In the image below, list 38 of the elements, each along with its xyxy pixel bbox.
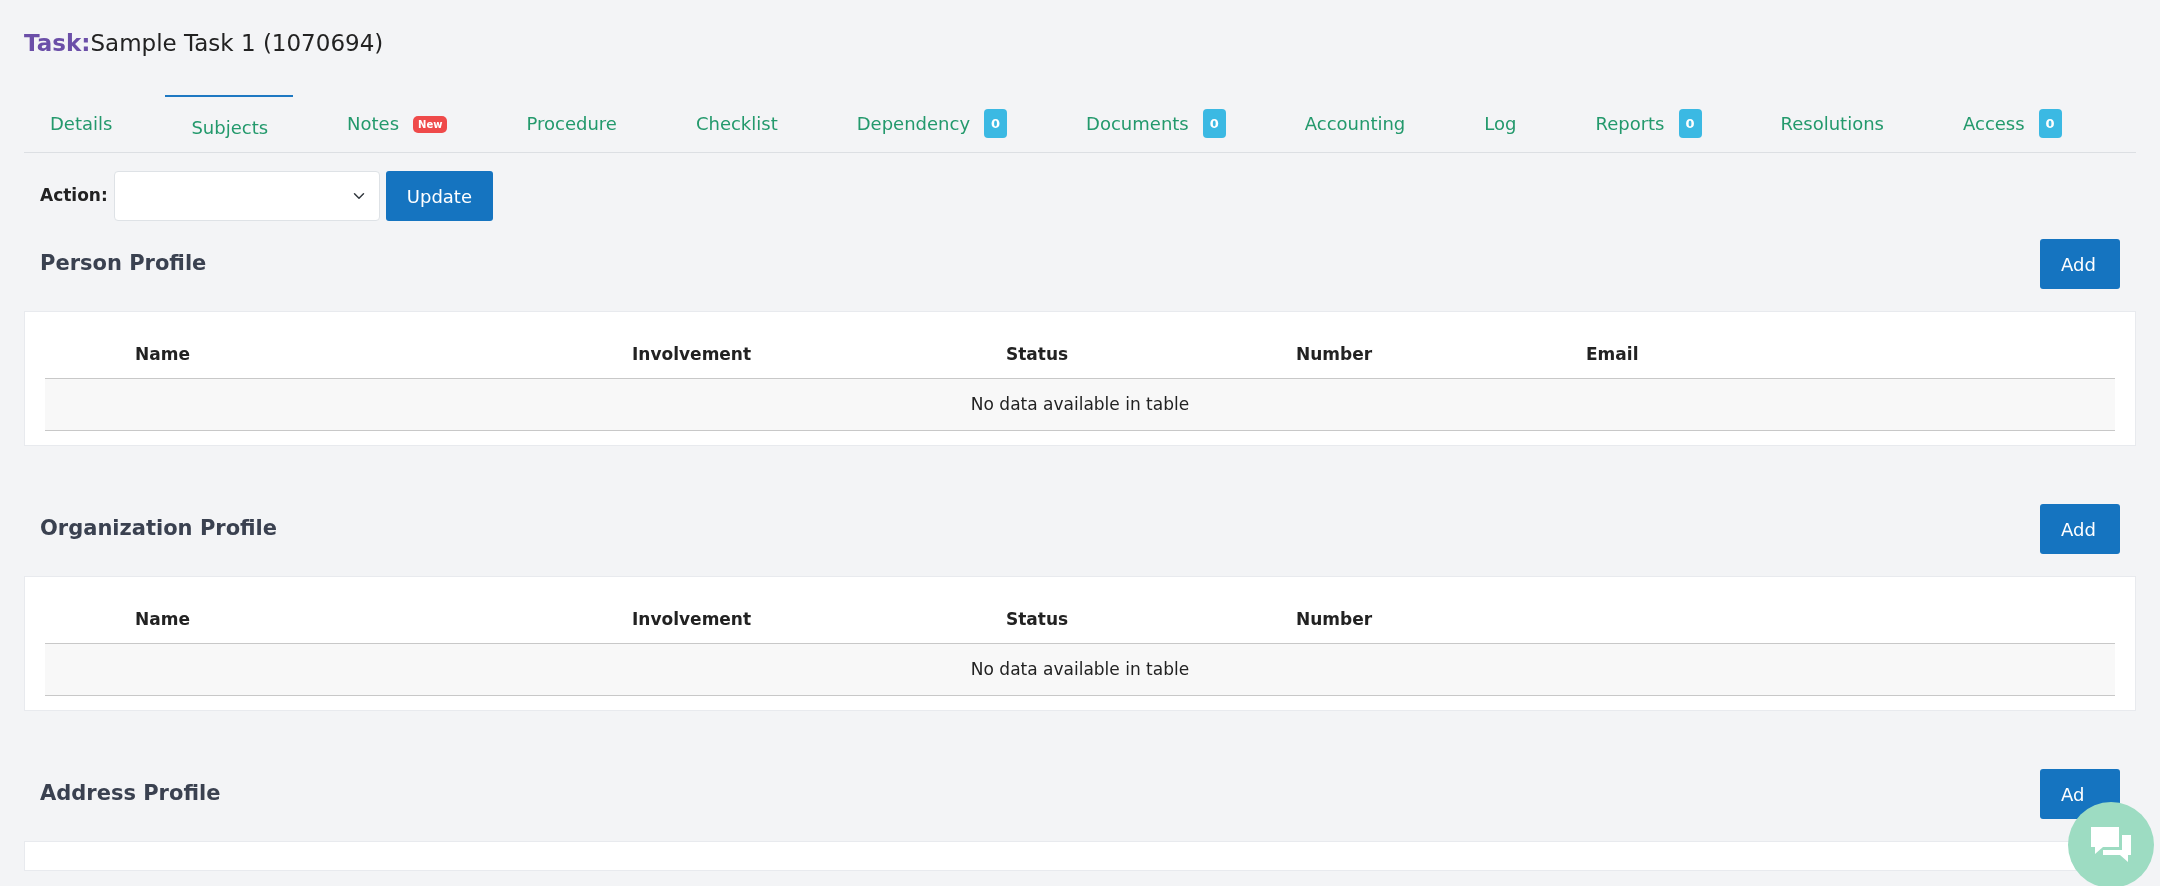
column-header: Name: [135, 332, 632, 378]
tab[interactable]: Subjects: [165, 94, 294, 152]
empty-table-message: No data available in table: [45, 378, 2115, 431]
task-title: Sample Task 1 (1070694): [90, 29, 384, 58]
add-button[interactable]: Add: [2040, 504, 2120, 554]
task-label: Task:: [24, 29, 91, 58]
column-header: Email: [1586, 332, 2115, 378]
tab[interactable]: Reports 0: [1569, 94, 1727, 152]
new-badge: New: [413, 115, 448, 133]
column-header: Number: [1296, 332, 1586, 378]
tab[interactable]: Resolutions: [1754, 94, 1909, 152]
tab[interactable]: Notes New: [321, 94, 473, 152]
tab[interactable]: Log: [1458, 94, 1542, 152]
section-title: Organization Profile: [40, 515, 278, 543]
count-badge: 0: [1202, 108, 1226, 138]
column-header: Name: [135, 597, 632, 643]
count-badge: 0: [1678, 108, 1702, 138]
action-label: Action:: [40, 184, 108, 208]
column-header: Involvement: [632, 332, 1006, 378]
section-title: Person Profile: [40, 250, 207, 278]
column-header: Number: [1296, 597, 2115, 643]
tab[interactable]: Accounting: [1278, 94, 1431, 152]
column-header: Status: [1006, 332, 1296, 378]
column-header: Involvement: [632, 597, 1006, 643]
tab[interactable]: Access 0: [1937, 94, 2087, 152]
tab[interactable]: Procedure: [500, 94, 642, 152]
tab[interactable]: Dependency 0: [830, 94, 1033, 152]
count-badge: 0: [2038, 108, 2062, 138]
count-badge: 0: [984, 108, 1008, 138]
tab[interactable]: Documents 0: [1060, 94, 1251, 152]
empty-table-message: No data available in table: [45, 643, 2115, 696]
tab[interactable]: Details: [24, 94, 138, 152]
update-button[interactable]: Update: [385, 171, 493, 221]
column-header: Status: [1006, 597, 1296, 643]
chat-icon: [2089, 825, 2133, 865]
section-title: Address Profile: [40, 780, 221, 808]
tab[interactable]: Checklist: [669, 94, 803, 152]
add-button[interactable]: Add: [2040, 239, 2120, 289]
